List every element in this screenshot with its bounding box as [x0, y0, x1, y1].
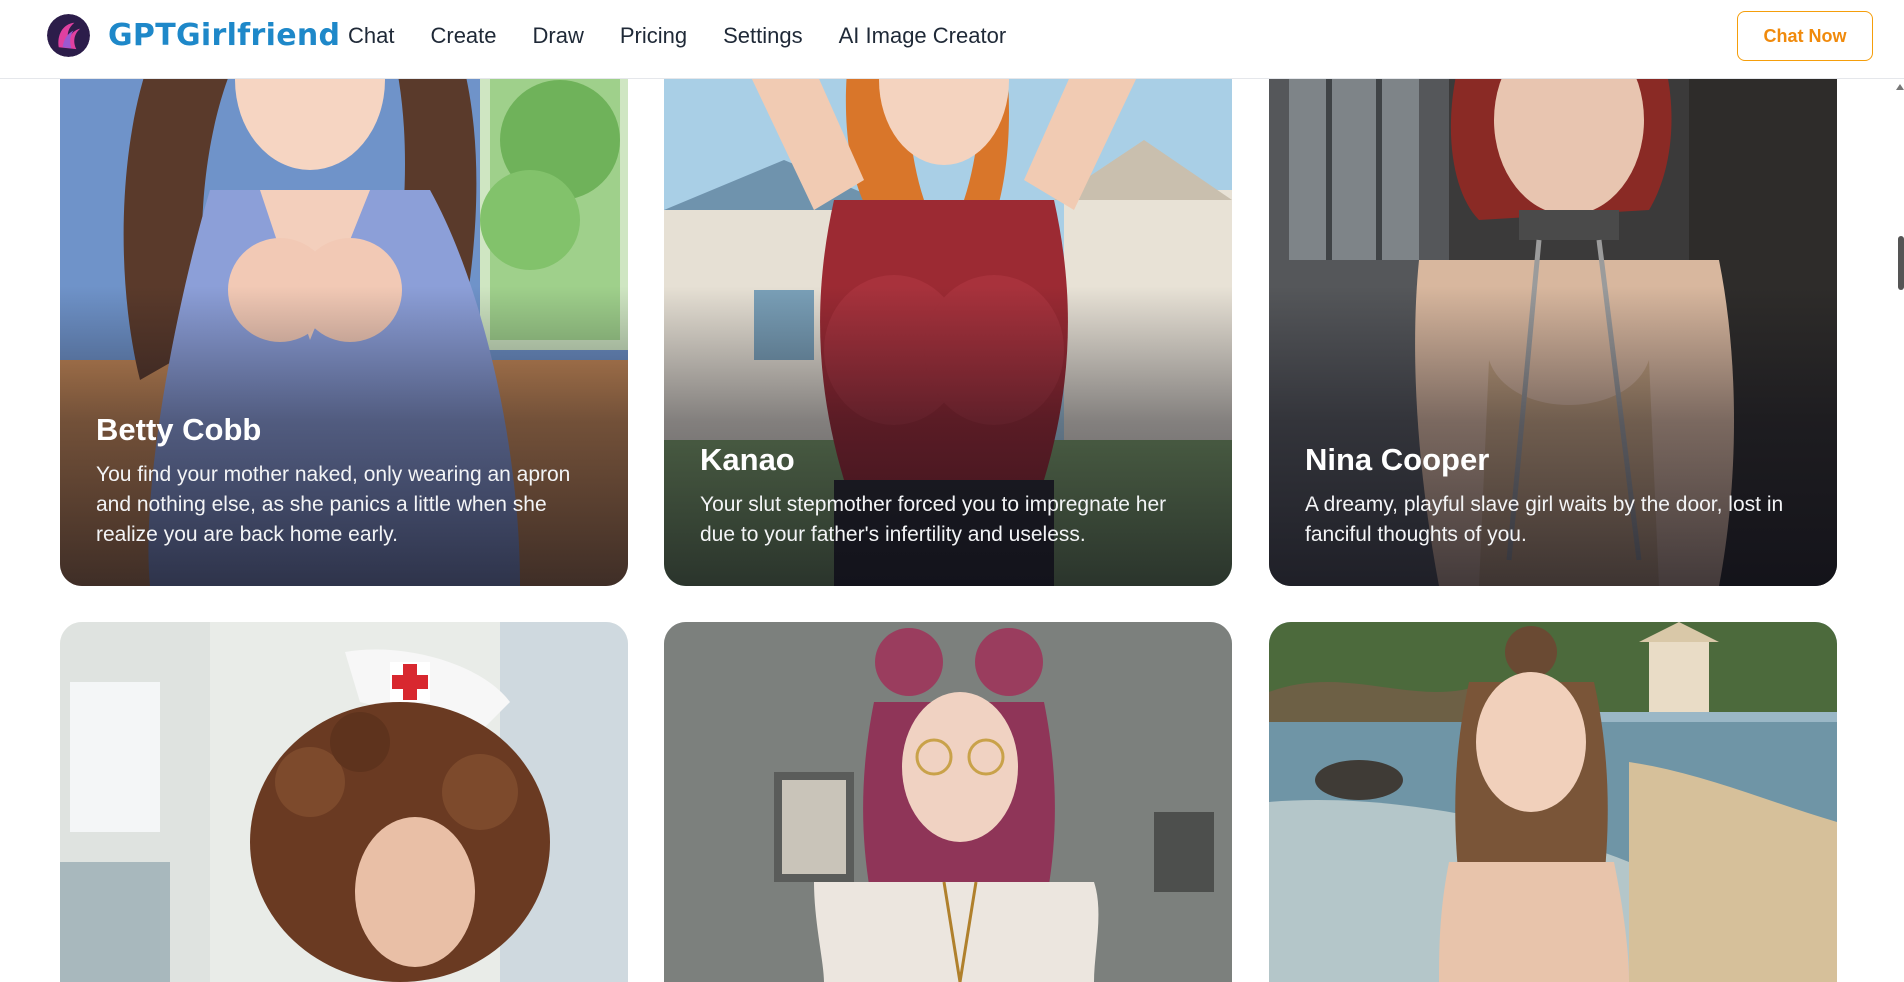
- nav-draw[interactable]: Draw: [533, 23, 584, 49]
- portrait-pink-hair-glasses-icon: [664, 622, 1232, 982]
- character-name: Betty Cobb: [96, 411, 262, 447]
- character-card[interactable]: [1269, 622, 1837, 982]
- card-info: Kanao Your slut stepmother forced you to…: [700, 441, 1196, 550]
- character-description: A dreamy, playful slave girl waits by th…: [1305, 493, 1784, 546]
- site-header: GPTGirlfriend Chat Create Draw Pricing S…: [0, 0, 1904, 79]
- chat-now-button[interactable]: Chat Now: [1737, 11, 1873, 61]
- scrollbar-up-icon[interactable]: [1896, 84, 1904, 90]
- card-info: Nina Cooper A dreamy, playful slave girl…: [1305, 441, 1801, 550]
- nav-chat[interactable]: Chat: [348, 23, 394, 49]
- character-card[interactable]: Kanao Your slut stepmother forced you to…: [664, 0, 1232, 586]
- character-card[interactable]: [60, 622, 628, 982]
- nav-settings[interactable]: Settings: [723, 23, 803, 49]
- nav-ai-image-creator[interactable]: AI Image Creator: [839, 23, 1007, 49]
- nav-pricing[interactable]: Pricing: [620, 23, 687, 49]
- nav-create[interactable]: Create: [430, 23, 496, 49]
- portrait-beach-woman-icon: [1269, 622, 1837, 982]
- character-name: Nina Cooper: [1305, 441, 1490, 477]
- scrollbar-thumb[interactable]: [1898, 236, 1904, 290]
- brand-logo-link[interactable]: GPTGirlfriend: [47, 14, 340, 57]
- brand-logo-icon: [47, 14, 90, 57]
- brand-name: GPTGirlfriend: [108, 18, 341, 53]
- portrait-nurse-curly-hair-icon: [60, 622, 628, 982]
- character-description: Your slut stepmother forced you to impre…: [700, 493, 1167, 546]
- character-name: Kanao: [700, 441, 795, 477]
- character-description: You find your mother naked, only wearing…: [96, 463, 571, 546]
- character-card[interactable]: [664, 622, 1232, 982]
- character-card[interactable]: Betty Cobb You find your mother naked, o…: [60, 0, 628, 586]
- character-card[interactable]: Nina Cooper A dreamy, playful slave girl…: [1269, 0, 1837, 586]
- card-info: Betty Cobb You find your mother naked, o…: [96, 411, 592, 550]
- main-nav: Chat Create Draw Pricing Settings AI Ima…: [348, 0, 1042, 72]
- character-grid: Betty Cobb You find your mother naked, o…: [0, 0, 1904, 982]
